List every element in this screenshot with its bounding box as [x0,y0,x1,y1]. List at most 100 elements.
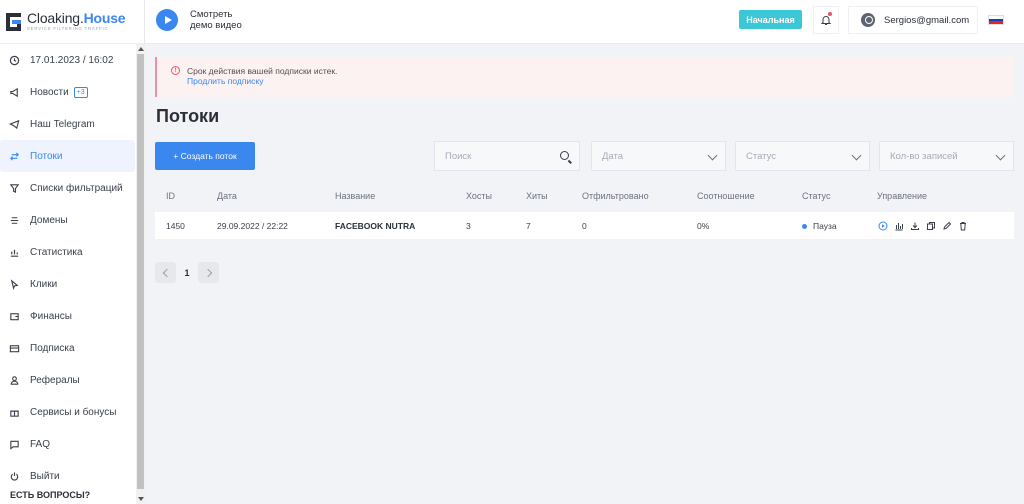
pagination: 1 [155,262,219,283]
questions-heading: ЕСТЬ ВОПРОСЫ? [10,490,91,500]
cell-ratio: 0% [697,221,710,231]
sidebar-item-label: Потоки [30,150,63,162]
sidebar-item-label: Новости [30,86,69,98]
search-placeholder: Поиск [445,150,472,162]
next-page-button[interactable] [198,262,219,283]
scroll-thumb[interactable] [137,54,144,489]
scroll-down-arrow-icon[interactable] [138,497,144,501]
renew-subscription-link[interactable]: Продлить подписку [187,76,264,86]
user-icon [8,374,20,386]
brand-name-highlight: House [83,10,126,27]
sidebar-item-news[interactable]: Новости +3 [0,76,135,108]
demo-line1: Смотреть [190,9,233,20]
prev-page-button[interactable] [155,262,176,283]
logo[interactable]: Cloaking.House SERVICE FILTERING TRAFFIC [0,0,144,44]
search-input[interactable]: Поиск [434,141,580,171]
sidebar-item-datetime: 17.01.2023 / 16:02 [0,44,135,76]
status-placeholder: Статус [746,150,777,162]
sidebar-item-domains[interactable]: Домены [0,204,135,236]
sidebar-nav: 17.01.2023 / 16:02 Новости +3 Наш Telegr… [0,44,135,492]
subscription-alert: ! Срок действия вашей подписки истек. Пр… [155,57,1014,97]
notification-dot [828,12,832,16]
alert-icon: ! [171,66,180,75]
notifications-button[interactable] [813,6,839,34]
status-label: Пауза [813,221,837,231]
cell-hits: 7 [526,221,531,231]
date-select[interactable]: Дата [591,141,726,171]
create-stream-button[interactable]: + Создать поток [155,142,255,170]
sidebar-item-faq[interactable]: FAQ [0,428,135,460]
sidebar-item-label: Наш Telegram [30,118,95,130]
sidebar-item-referrals[interactable]: Рефералы [0,364,135,396]
sidebar-item-telegram[interactable]: Наш Telegram [0,108,135,140]
play-icon[interactable] [156,9,178,31]
column-header[interactable]: Название [335,191,375,201]
sidebar-item-subscription[interactable]: Подписка [0,332,135,364]
sidebar-item-logout[interactable]: Выйти [0,460,135,492]
sidebar-scrollbar[interactable] [136,44,145,504]
chart-icon [8,246,20,258]
download-icon[interactable] [909,220,920,231]
count-placeholder: Кол-во записей [890,150,958,162]
play-circle-icon[interactable] [877,220,888,231]
column-header: Управление [877,191,928,201]
chat-icon [8,438,20,450]
scroll-up-arrow-icon[interactable] [138,47,144,51]
search-icon[interactable] [560,151,569,160]
sidebar-item-streams[interactable]: Потоки [0,140,135,172]
sidebar-item-label: Списки фильтраций [30,182,123,194]
demo-video-link[interactable]: Смотреть демо видео [156,9,242,31]
column-header[interactable]: Соотношение [697,191,755,201]
brand-tagline: SERVICE FILTERING TRAFFIC [27,26,109,32]
domains-icon [8,214,20,226]
statistics-icon[interactable] [893,220,904,231]
copy-icon[interactable] [925,220,936,231]
plan-button[interactable]: Начальная [739,10,802,29]
sidebar-item-filter-lists[interactable]: Списки фильтраций [0,172,135,204]
sidebar-item-label: Домены [30,214,68,226]
sidebar-item-statistics[interactable]: Статистика [0,236,135,268]
avatar-icon [861,13,875,27]
trash-icon[interactable] [957,220,968,231]
card-icon [8,342,20,354]
column-header[interactable]: ID [166,191,175,201]
sidebar-item-label: Сервисы и бонусы [30,406,117,418]
sidebar-item-services[interactable]: Сервисы и бонусы [0,396,135,428]
table-row[interactable]: 1450 29.09.2022 / 22:22 FACEBOOK NUTRA 3… [155,212,1014,239]
status-select[interactable]: Статус [735,141,870,171]
account-button[interactable]: Sergios@gmail.com [848,6,978,34]
sidebar-item-label: Рефералы [30,374,80,386]
sidebar-item-clicks[interactable]: Клики [0,268,135,300]
language-flag-icon[interactable] [988,15,1004,25]
gift-icon [8,406,20,418]
sidebar-item-label: FAQ [30,438,51,450]
column-header[interactable]: Хиты [526,191,548,201]
sidebar: Cloaking.House SERVICE FILTERING TRAFFIC… [0,0,145,504]
sidebar-item-label: Подписка [30,342,75,354]
chevron-down-icon [995,150,1006,161]
clock-icon [8,54,20,66]
filter-icon [8,182,20,194]
column-header[interactable]: Дата [217,191,237,201]
edit-icon[interactable] [941,220,952,231]
column-header[interactable]: Хосты [466,191,492,201]
cell-name[interactable]: FACEBOOK NUTRA [335,221,415,231]
wallet-icon [8,310,20,322]
sidebar-item-finance[interactable]: Финансы [0,300,135,332]
current-page[interactable]: 1 [182,268,192,278]
demo-line2: демо видео [190,20,242,31]
column-header[interactable]: Статус [802,191,830,201]
news-count-badge: +3 [73,86,88,98]
cell-status: Пауза [802,221,837,231]
sidebar-item-label: Статистика [30,246,83,258]
sidebar-item-label: Финансы [30,310,72,322]
brand-name: Cloaking. [27,10,84,27]
cell-date: 29.09.2022 / 22:22 [217,221,288,231]
column-header[interactable]: Отфильтровано [582,191,649,201]
sidebar-item-label: 17.01.2023 / 16:02 [30,54,114,66]
records-count-select[interactable]: Кол-во записей [879,141,1014,171]
cell-hosts: 3 [466,221,471,231]
sidebar-item-label: Клики [30,278,58,290]
chevron-down-icon [707,150,718,161]
row-actions [877,220,968,231]
